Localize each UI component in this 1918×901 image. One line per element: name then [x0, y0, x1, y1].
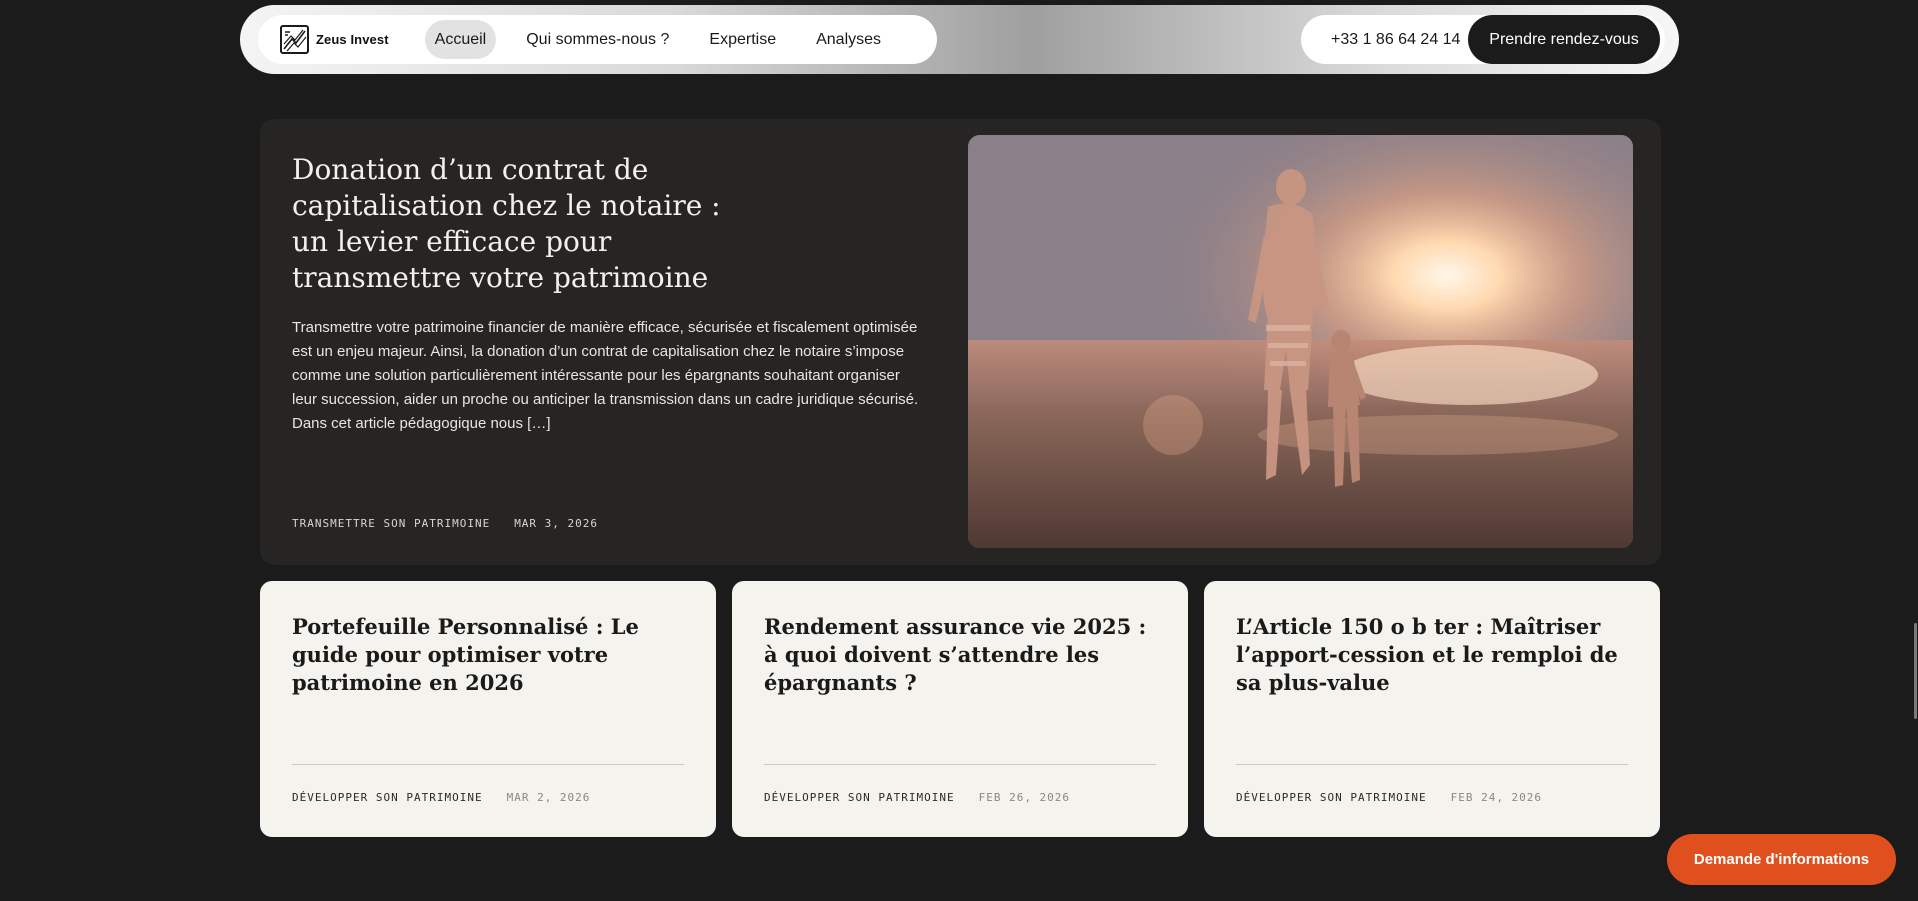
main-nav: Zeus Invest Accueil Qui sommes-nous ? Ex…: [258, 15, 937, 64]
article-meta: DÉVELOPPER SON PATRIMOINE FEB 24, 2026: [1236, 791, 1542, 804]
beach-sunset-photo[interactable]: [968, 135, 1633, 548]
brand-logo[interactable]: Zeus Invest: [280, 25, 389, 54]
nav-link-accueil[interactable]: Accueil: [424, 20, 497, 59]
phone-link[interactable]: +33 1 86 64 24 14: [1331, 31, 1471, 49]
contact-group: +33 1 86 64 24 14 Prendre rendez-vous: [1301, 15, 1665, 64]
zeus-logo-icon: [280, 25, 309, 54]
featured-date: MAR 3, 2026: [514, 517, 599, 530]
article-category[interactable]: DÉVELOPPER SON PATRIMOINE: [292, 791, 483, 804]
divider: [292, 764, 684, 765]
article-title[interactable]: Portefeuille Personnalisé : Le guide pou…: [292, 613, 692, 697]
article-title[interactable]: L’Article 150 o b ter : Maîtriser l’appo…: [1236, 613, 1636, 697]
article-date: MAR 2, 2026: [506, 791, 591, 804]
article-date: FEB 26, 2026: [978, 791, 1071, 804]
featured-excerpt: Transmettre votre patrimoine financier d…: [292, 319, 919, 432]
article-category[interactable]: DÉVELOPPER SON PATRIMOINE: [764, 791, 955, 804]
nav-link-expertise[interactable]: Expertise: [699, 20, 786, 59]
featured-meta: TRANSMETTRE SON PATRIMOINE MAR 3, 2026: [292, 517, 598, 530]
article-card[interactable]: Portefeuille Personnalisé : Le guide pou…: [260, 581, 716, 837]
divider: [1236, 764, 1628, 765]
article-card[interactable]: Rendement assurance vie 2025 : à quoi do…: [732, 581, 1188, 837]
brand-name: Zeus Invest: [316, 32, 389, 47]
info-request-button[interactable]: Demande d'informations: [1667, 834, 1896, 885]
page-scrollbar[interactable]: [1914, 623, 1917, 719]
featured-category[interactable]: TRANSMETTRE SON PATRIMOINE: [292, 517, 490, 530]
article-title[interactable]: Rendement assurance vie 2025 : à quoi do…: [764, 613, 1164, 697]
article-category[interactable]: DÉVELOPPER SON PATRIMOINE: [1236, 791, 1427, 804]
article-meta: DÉVELOPPER SON PATRIMOINE MAR 2, 2026: [292, 791, 590, 804]
article-meta: DÉVELOPPER SON PATRIMOINE FEB 26, 2026: [764, 791, 1070, 804]
featured-article[interactable]: Donation d’un contrat de capitalisation …: [260, 119, 1661, 565]
book-appointment-button[interactable]: Prendre rendez-vous: [1468, 15, 1660, 64]
divider: [764, 764, 1156, 765]
featured-title[interactable]: Donation d’un contrat de capitalisation …: [292, 152, 752, 296]
article-date: FEB 24, 2026: [1450, 791, 1543, 804]
nav-link-qui-sommes-nous[interactable]: Qui sommes-nous ?: [516, 20, 679, 59]
article-card[interactable]: L’Article 150 o b ter : Maîtriser l’appo…: [1204, 581, 1660, 837]
nav-link-analyses[interactable]: Analyses: [806, 20, 891, 59]
